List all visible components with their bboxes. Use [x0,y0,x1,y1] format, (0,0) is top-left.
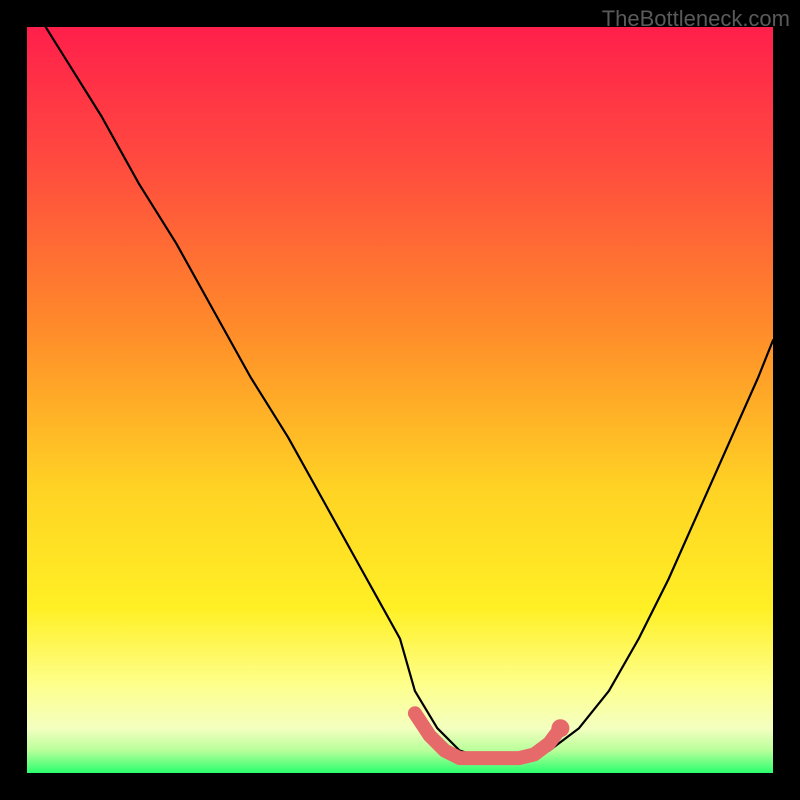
watermark-text: TheBottleneck.com [602,6,790,32]
gradient-background [27,27,773,773]
marker-end-dot [551,719,569,737]
chart-svg [27,27,773,773]
chart-plot-area [27,27,773,773]
